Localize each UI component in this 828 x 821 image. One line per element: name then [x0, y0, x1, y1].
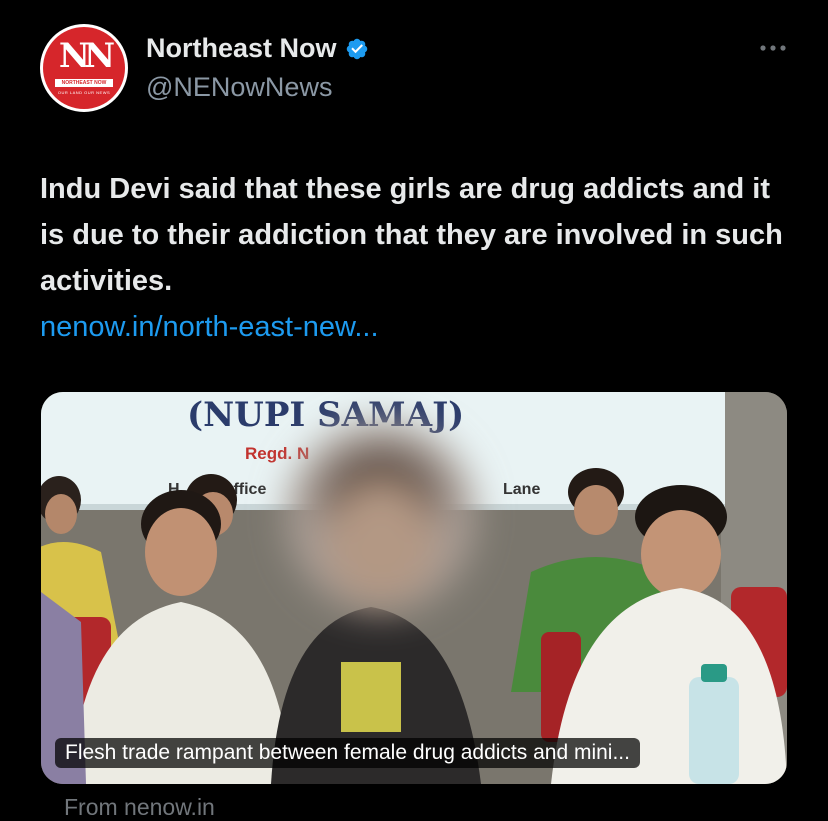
banner-regd: Regd. N: [245, 444, 309, 463]
more-options-icon[interactable]: [758, 38, 788, 58]
logo-band: NORTHEAST NOW: [55, 79, 113, 87]
tweet-text: Indu Devi said that these girls are drug…: [40, 173, 783, 297]
logo-tagline: OUR LAND OUR NEWS: [57, 90, 111, 95]
logo-text: NN: [58, 36, 115, 76]
link-preview-card[interactable]: (NUPI SAMAJ) Regd. N H Office Lane Flesh…: [41, 392, 787, 784]
card-caption: Flesh trade rampant between female drug …: [55, 738, 640, 768]
author-name-row: Northeast Now: [146, 33, 369, 64]
banner-title: (NUPI SAMAJ): [187, 395, 464, 435]
tweet-link[interactable]: nenow.in/north-east-new...: [40, 304, 379, 350]
avatar[interactable]: NN NORTHEAST NOW OUR LAND OUR NEWS: [40, 24, 128, 112]
card-image: (NUPI SAMAJ) Regd. N H Office Lane: [41, 392, 787, 784]
northeast-now-logo: NN NORTHEAST NOW OUR LAND OUR NEWS: [43, 27, 125, 109]
card-source[interactable]: From nenow.in: [64, 794, 215, 821]
verified-badge-icon: [346, 38, 367, 59]
display-name[interactable]: Northeast Now: [146, 33, 337, 64]
account-handle[interactable]: @NENowNews: [146, 72, 332, 103]
banner-lane: Lane: [503, 481, 540, 498]
